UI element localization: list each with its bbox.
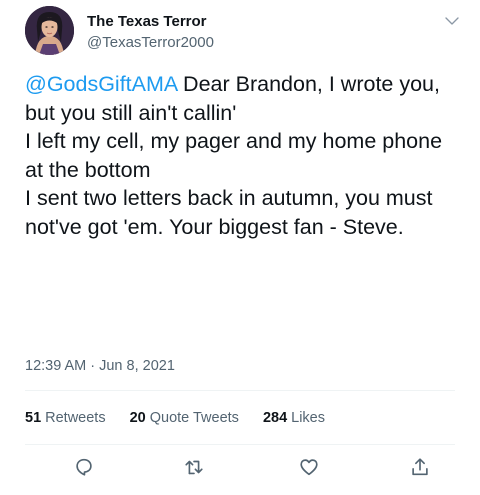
tweet-body: Dear Brandon, I wrote you, but you still… <box>25 72 443 239</box>
quotes-label: Quote Tweets <box>149 410 239 426</box>
divider <box>25 390 455 391</box>
display-name[interactable]: The Texas Terror <box>87 13 214 31</box>
timestamp[interactable]: 12:39 AM · Jun 8, 2021 <box>25 358 175 374</box>
action-bar <box>0 456 480 482</box>
reply-icon[interactable] <box>73 456 97 480</box>
tweet-text: @GodsGiftAMA Dear Brandon, I wrote you, … <box>25 70 465 242</box>
heart-icon[interactable] <box>298 456 322 480</box>
author-block: The Texas Terror @TexasTerror2000 <box>87 13 214 52</box>
time: 12:39 AM <box>25 358 87 374</box>
date: Jun 8, 2021 <box>99 358 175 374</box>
retweets-stat[interactable]: 51 Retweets <box>25 410 106 426</box>
handle[interactable]: @TexasTerror2000 <box>87 34 214 52</box>
separator: · <box>90 358 96 374</box>
quotes-stat[interactable]: 20 Quote Tweets <box>130 410 239 426</box>
retweets-label: Retweets <box>45 410 106 426</box>
chevron-down-icon[interactable] <box>443 12 461 30</box>
retweet-icon[interactable] <box>183 456 207 480</box>
engagement-stats: 51 Retweets 20 Quote Tweets 284 Likes <box>25 410 325 426</box>
divider <box>25 444 455 445</box>
likes-label: Likes <box>291 410 325 426</box>
avatar[interactable] <box>25 6 74 55</box>
avatar-image <box>25 6 74 55</box>
quotes-count: 20 <box>129 410 146 426</box>
likes-stat[interactable]: 284 Likes <box>263 410 325 426</box>
tweet-card: The Texas Terror @TexasTerror2000 @GodsG… <box>0 0 480 495</box>
likes-count: 284 <box>262 410 288 426</box>
share-icon[interactable] <box>409 456 433 480</box>
mention-link[interactable]: @GodsGiftAMA <box>25 72 177 96</box>
retweets-count: 51 <box>25 410 42 426</box>
